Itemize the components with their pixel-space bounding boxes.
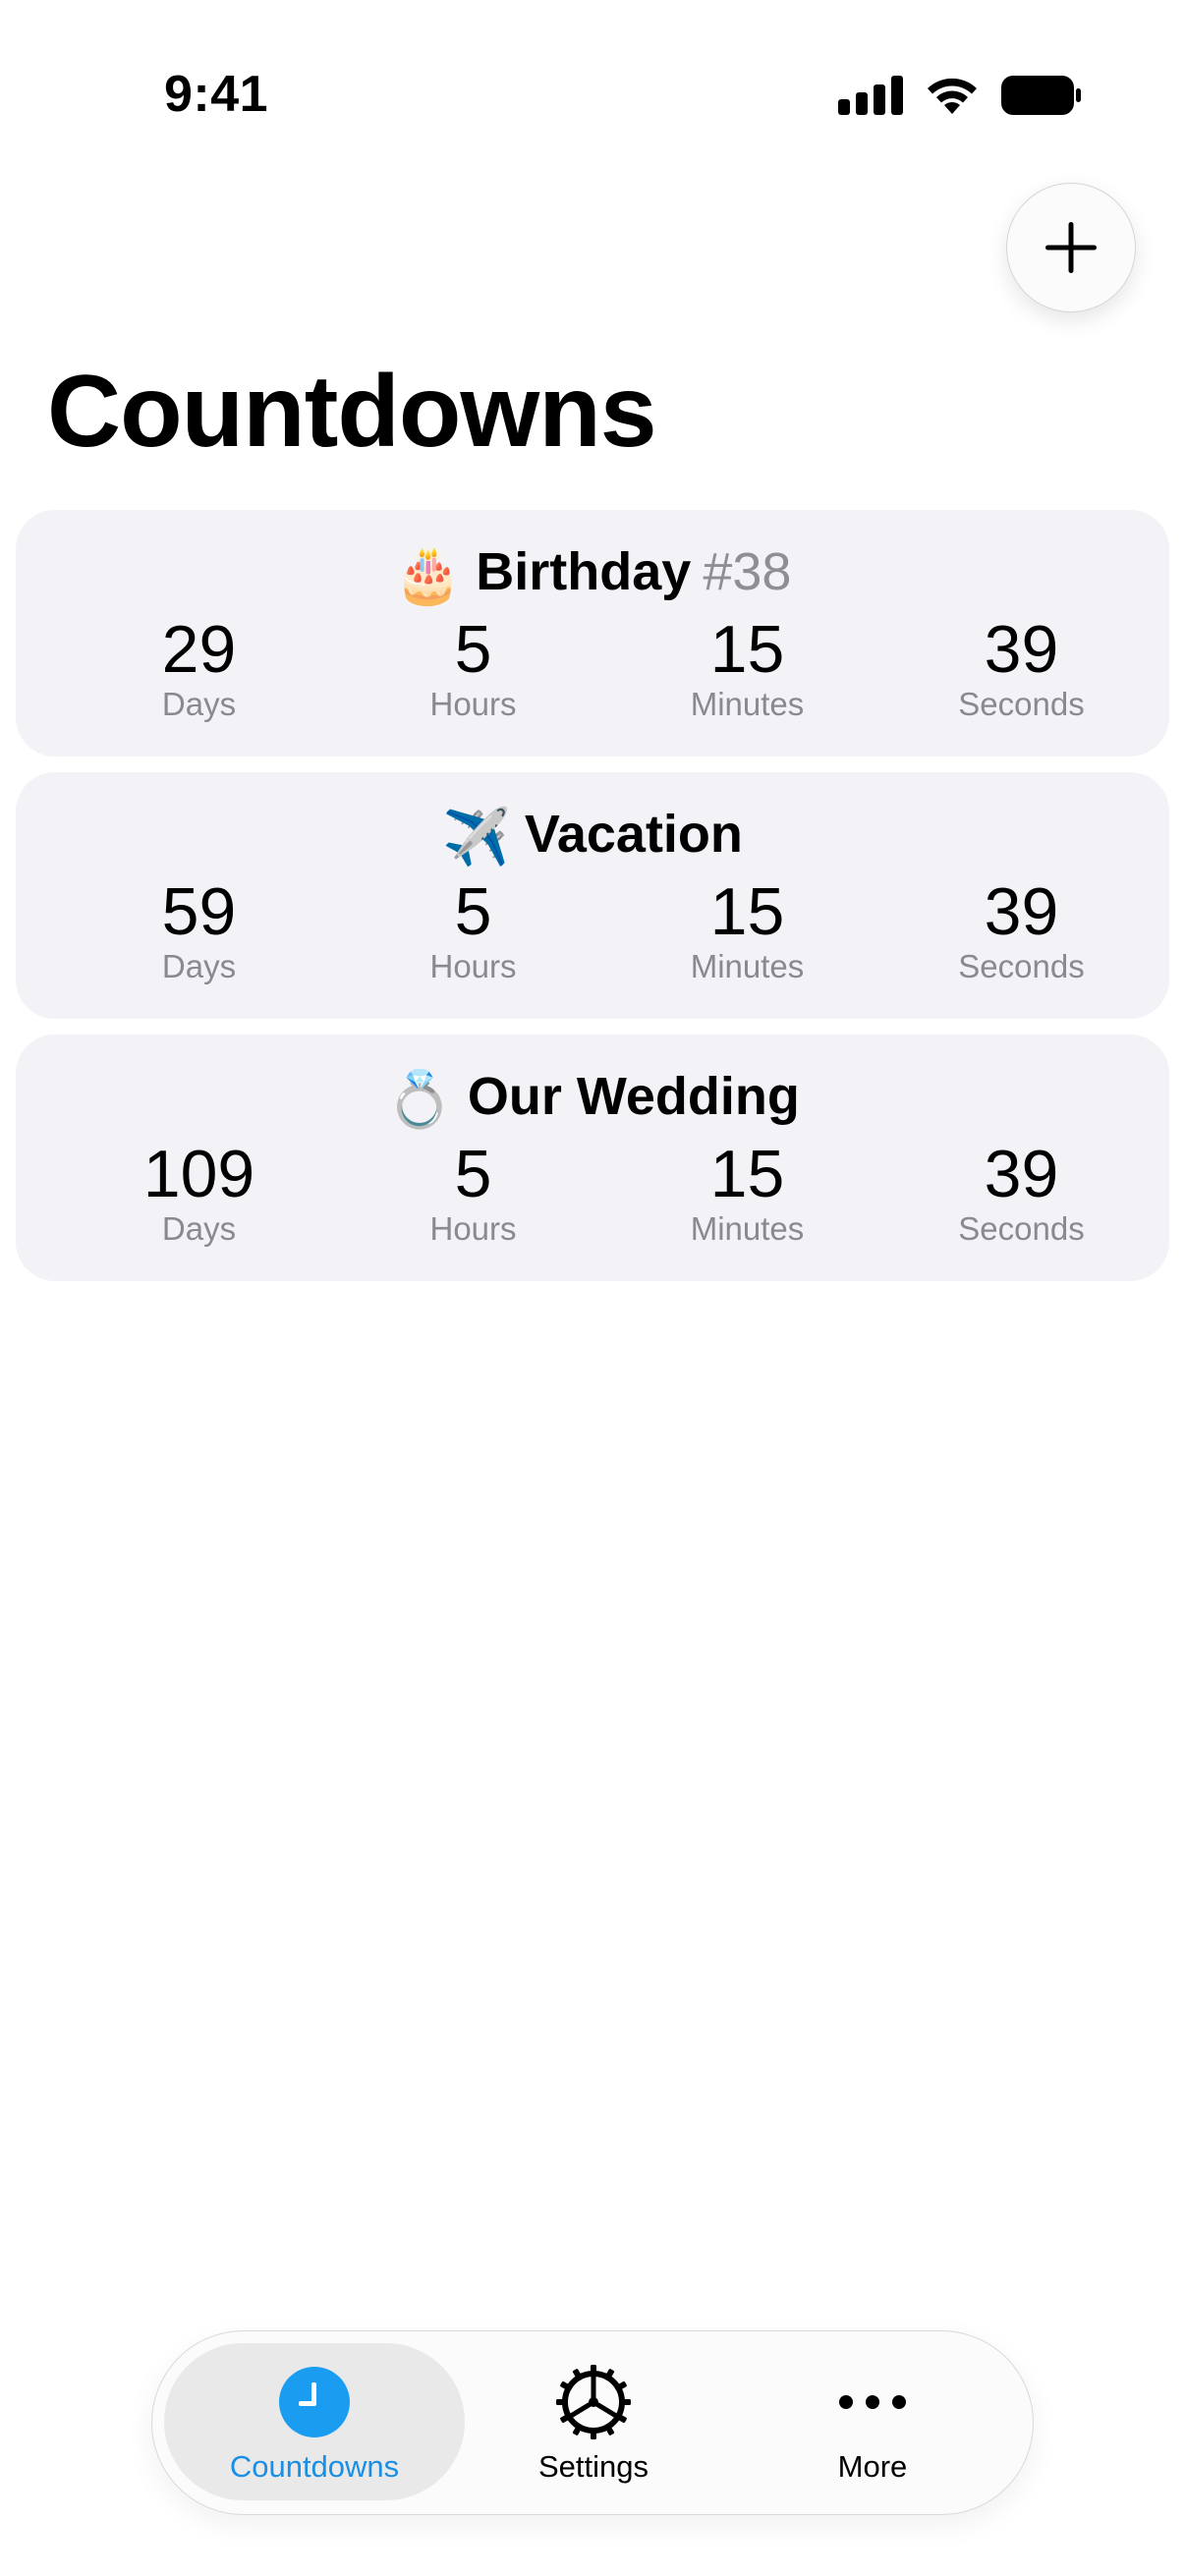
seconds-label: Seconds: [958, 948, 1085, 984]
countdown-card[interactable]: 💍 Our Wedding 109 Days 5 Hours 15 Minutes…: [16, 1035, 1169, 1281]
hours-label: Hours: [429, 1210, 517, 1247]
minutes-unit: 15 Minutes: [610, 874, 884, 986]
hours-label: Hours: [429, 948, 517, 984]
minutes-label: Minutes: [690, 948, 805, 984]
days-label: Days: [161, 948, 237, 984]
minutes-label: Minutes: [690, 1210, 805, 1247]
tab-more[interactable]: More: [722, 2343, 1023, 2500]
ellipsis-icon: [839, 2395, 906, 2409]
hours-label: Hours: [429, 686, 517, 722]
minutes-label: Minutes: [690, 686, 805, 722]
seconds-unit: 39 Seconds: [884, 874, 1158, 986]
countdown-units: 109 Days 5 Hours 15 Minutes 39 Seconds: [16, 1137, 1169, 1249]
hours-unit: 5 Hours: [336, 612, 610, 724]
hours-value: 5: [454, 1137, 492, 1211]
minutes-value: 15: [709, 612, 785, 687]
countdown-name: Vacation: [524, 805, 743, 864]
plus-icon: [1045, 222, 1097, 273]
tab-label: Countdowns: [229, 2449, 400, 2484]
tab-icon: [278, 2365, 351, 2439]
countdown-card[interactable]: 🎂 Birthday #38 29 Days 5 Hours 15 Minutes …: [16, 510, 1169, 756]
countdown-card[interactable]: ✈️ Vacation 59 Days 5 Hours 15 Minutes 39…: [16, 772, 1169, 1019]
seconds-label: Seconds: [958, 1210, 1085, 1247]
countdown-title: 💍 Our Wedding: [16, 1064, 1169, 1130]
tab-icon: [838, 2365, 907, 2439]
seconds-value: 39: [984, 874, 1059, 949]
battery-icon: [1001, 76, 1081, 115]
countdown-title: ✈️ Vacation: [16, 802, 1169, 868]
hours-value: 5: [454, 612, 492, 687]
seconds-unit: 39 Seconds: [884, 612, 1158, 724]
days-unit: 109 Days: [62, 1137, 336, 1249]
days-value: 109: [142, 1137, 255, 1211]
days-value: 59: [161, 874, 237, 949]
seconds-label: Seconds: [958, 686, 1085, 722]
days-label: Days: [161, 686, 237, 722]
days-unit: 59 Days: [62, 874, 336, 986]
airplane-icon: ✈️: [442, 806, 511, 868]
status-time: 9:41: [164, 66, 269, 123]
seconds-value: 39: [984, 612, 1059, 687]
status-icons: [838, 71, 1082, 120]
days-unit: 29 Days: [62, 612, 336, 724]
countdown-list: 🎂 Birthday #38 29 Days 5 Hours 15 Minutes …: [16, 510, 1169, 1297]
countdown-tag: #38: [703, 542, 792, 601]
wifi-icon: [928, 78, 977, 114]
days-label: Days: [161, 1210, 237, 1247]
hours-unit: 5 Hours: [336, 874, 610, 986]
minutes-value: 15: [709, 874, 785, 949]
page-title: Countdowns: [47, 355, 657, 469]
tab-label: Settings: [537, 2449, 649, 2484]
countdown-units: 29 Days 5 Hours 15 Minutes 39 Seconds: [16, 612, 1169, 724]
countdown-units: 59 Days 5 Hours 15 Minutes 39 Seconds: [16, 874, 1169, 986]
seconds-unit: 39 Seconds: [884, 1137, 1158, 1249]
add-countdown-button[interactable]: [1006, 183, 1136, 312]
minutes-unit: 15 Minutes: [610, 1137, 884, 1249]
tab-countdowns[interactable]: Countdowns: [164, 2343, 465, 2500]
ring-icon: 💍: [385, 1068, 454, 1130]
minutes-value: 15: [709, 1137, 785, 1211]
tab-label: More: [837, 2449, 908, 2484]
days-value: 29: [161, 612, 237, 687]
countdown-title: 🎂 Birthday #38: [16, 539, 1169, 605]
hours-value: 5: [454, 874, 492, 949]
clock-icon: [279, 2367, 350, 2437]
birthday-cake-icon: 🎂: [393, 543, 463, 605]
tab-settings[interactable]: Settings: [443, 2343, 744, 2500]
countdown-name: Birthday: [476, 542, 692, 601]
cellular-signal-icon: [838, 76, 903, 115]
countdown-name: Our Wedding: [467, 1067, 800, 1126]
tab-icon: [554, 2365, 633, 2439]
seconds-value: 39: [984, 1137, 1059, 1211]
minutes-unit: 15 Minutes: [610, 612, 884, 724]
tab-bar: Countdowns Settings More: [151, 2330, 1034, 2515]
hours-unit: 5 Hours: [336, 1137, 610, 1249]
gear-icon: [556, 2365, 631, 2439]
